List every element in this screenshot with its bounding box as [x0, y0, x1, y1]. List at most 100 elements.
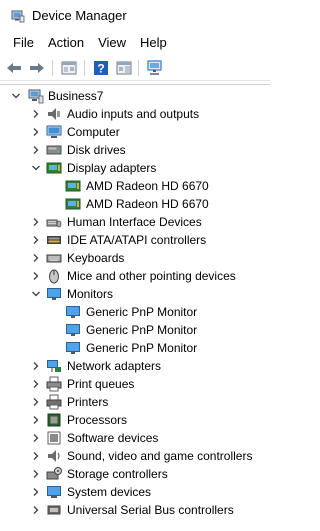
tree-child-generic-pnp-monitor-3[interactable]: Generic PnP Monitor [0, 339, 270, 357]
tree-item-label: Human Interface Devices [67, 215, 202, 229]
tree-item-print-queues[interactable]: Print queues [0, 375, 270, 393]
scan-hardware-button[interactable] [145, 58, 165, 78]
monitor-icon [66, 306, 80, 318]
help-icon: ? [94, 61, 108, 76]
tree-child-generic-pnp-monitor-1[interactable]: Generic PnP Monitor [0, 303, 270, 321]
tree-item-network-adapters[interactable]: Network adapters [0, 357, 270, 375]
tree-item-printers[interactable]: Printers [0, 393, 270, 411]
menu-help[interactable]: Help [133, 33, 174, 53]
tree-item-ide-ata-atapi-controllers[interactable]: IDE ATA/ATAPI controllers [0, 231, 270, 249]
console-tree-button[interactable] [114, 58, 134, 78]
scan-hardware-icon [147, 60, 162, 75]
usb-controller-icon [47, 505, 61, 515]
chevron-right-icon[interactable] [31, 361, 41, 371]
show-hide-console-tree-icon [116, 61, 132, 75]
tree-item-sound-video-and-game-controllers[interactable]: Sound, video and game controllers [0, 447, 270, 465]
forward-arrow-icon [30, 63, 44, 73]
speaker-icon [48, 108, 60, 120]
tree-item-mice-and-other-pointing-devices[interactable]: Mice and other pointing devices [0, 267, 270, 285]
tree-child-generic-pnp-monitor-2[interactable]: Generic PnP Monitor [0, 321, 270, 339]
keyboard-icon [46, 254, 62, 263]
tree-item-label: System devices [67, 485, 152, 499]
tree-item-label: Mice and other pointing devices [67, 269, 236, 283]
chevron-right-icon[interactable] [31, 379, 41, 389]
monitor-icon [66, 324, 80, 336]
tree-item-label: Printers [67, 395, 109, 409]
sound-controller-icon [48, 450, 60, 462]
hid-icon [46, 219, 62, 228]
tree-item-label: Computer [67, 125, 120, 139]
processor-icon [47, 413, 61, 427]
software-device-icon [47, 431, 61, 445]
tree-item-computer[interactable]: Computer [0, 123, 270, 141]
tree-child-label: AMD Radeon HD 6670 [86, 179, 209, 193]
tree-item-label: Storage controllers [67, 467, 168, 481]
chevron-right-icon[interactable] [31, 109, 41, 119]
system-device-icon [47, 486, 61, 498]
printer-icon [46, 394, 62, 410]
display-adapter-icon [46, 162, 62, 174]
tree-item-universal-serial-bus-controllers[interactable]: Universal Serial Bus controllers [0, 501, 270, 519]
tree-item-label: Sound, video and game controllers [67, 449, 253, 463]
back-arrow-icon [7, 63, 21, 73]
tree-item-label: Monitors [67, 287, 114, 301]
tree-item-disk-drives[interactable]: Disk drives [0, 141, 270, 159]
chevron-right-icon[interactable] [31, 235, 41, 245]
chevron-right-icon[interactable] [31, 397, 41, 407]
window-title: Device Manager [32, 8, 127, 23]
tree-item-software-devices[interactable]: Software devices [0, 429, 270, 447]
tree-item-display-adapters[interactable]: Display adapters [0, 159, 270, 177]
chevron-right-icon[interactable] [31, 271, 41, 281]
tree-child-amd-radeon-1[interactable]: AMD Radeon HD 6670 [0, 177, 270, 195]
show-hide-console-tree-button[interactable] [59, 58, 79, 78]
tree-item-monitors[interactable]: Monitors [0, 285, 270, 303]
display-adapter-icon [65, 180, 81, 192]
chevron-right-icon[interactable] [31, 415, 41, 425]
tree-child-label: Generic PnP Monitor [86, 305, 198, 319]
tree-child-label: AMD Radeon HD 6670 [86, 197, 209, 211]
tree-item-label: Processors [67, 413, 128, 427]
tree-child-label: Generic PnP Monitor [86, 341, 198, 355]
menu-action[interactable]: Action [41, 33, 91, 53]
tree-item-system-devices[interactable]: System devices [0, 483, 270, 501]
tree-item-storage-controllers[interactable]: Storage controllers [0, 465, 270, 483]
menu-bar: File Action View Help [0, 33, 270, 53]
forward-button[interactable] [27, 58, 47, 78]
network-adapter-icon [47, 360, 61, 372]
tree-item-label: Network adapters [67, 359, 162, 373]
ide-controller-icon [47, 236, 61, 244]
tree-child-label: Generic PnP Monitor [86, 323, 198, 337]
chevron-right-icon[interactable] [31, 145, 41, 155]
tree-item-processors[interactable]: Processors [0, 411, 270, 429]
tree-item-audio-inputs-and-outputs[interactable]: Audio inputs and outputs [0, 105, 270, 123]
menu-view[interactable]: View [91, 33, 133, 53]
device-manager-window: Device Manager File Action View Help ? B… [0, 0, 270, 531]
title-bar[interactable]: Device Manager [0, 0, 270, 32]
device-tree: Business7 Audio inputs and outputs Compu… [0, 84, 270, 531]
tree-root-business7[interactable]: Business7 [0, 87, 270, 105]
chevron-right-icon[interactable] [31, 451, 41, 461]
storage-controller-icon [46, 467, 62, 480]
chevron-right-icon[interactable] [31, 127, 41, 137]
tree-child-amd-radeon-2[interactable]: AMD Radeon HD 6670 [0, 195, 270, 213]
chevron-down-icon[interactable] [31, 289, 41, 299]
chevron-down-icon[interactable] [11, 91, 21, 101]
svg-text:?: ? [97, 62, 104, 76]
back-button[interactable] [4, 58, 24, 78]
chevron-right-icon[interactable] [31, 253, 41, 263]
tree-item-label: Disk drives [67, 143, 126, 157]
chevron-right-icon[interactable] [31, 469, 41, 479]
computer-icon [28, 89, 44, 104]
help-button[interactable]: ? [91, 58, 111, 78]
tree-item-label: Display adapters [67, 161, 157, 175]
chevron-down-icon[interactable] [31, 163, 41, 173]
chevron-right-icon[interactable] [31, 217, 41, 227]
toolbar: ? [0, 55, 270, 81]
tree-item-keyboards[interactable]: Keyboards [0, 249, 270, 267]
chevron-right-icon[interactable] [31, 505, 41, 515]
tree-item-label: Print queues [67, 377, 135, 391]
chevron-right-icon[interactable] [31, 433, 41, 443]
tree-item-human-interface-devices[interactable]: Human Interface Devices [0, 213, 270, 231]
menu-file[interactable]: File [6, 33, 41, 53]
chevron-right-icon[interactable] [31, 487, 41, 497]
